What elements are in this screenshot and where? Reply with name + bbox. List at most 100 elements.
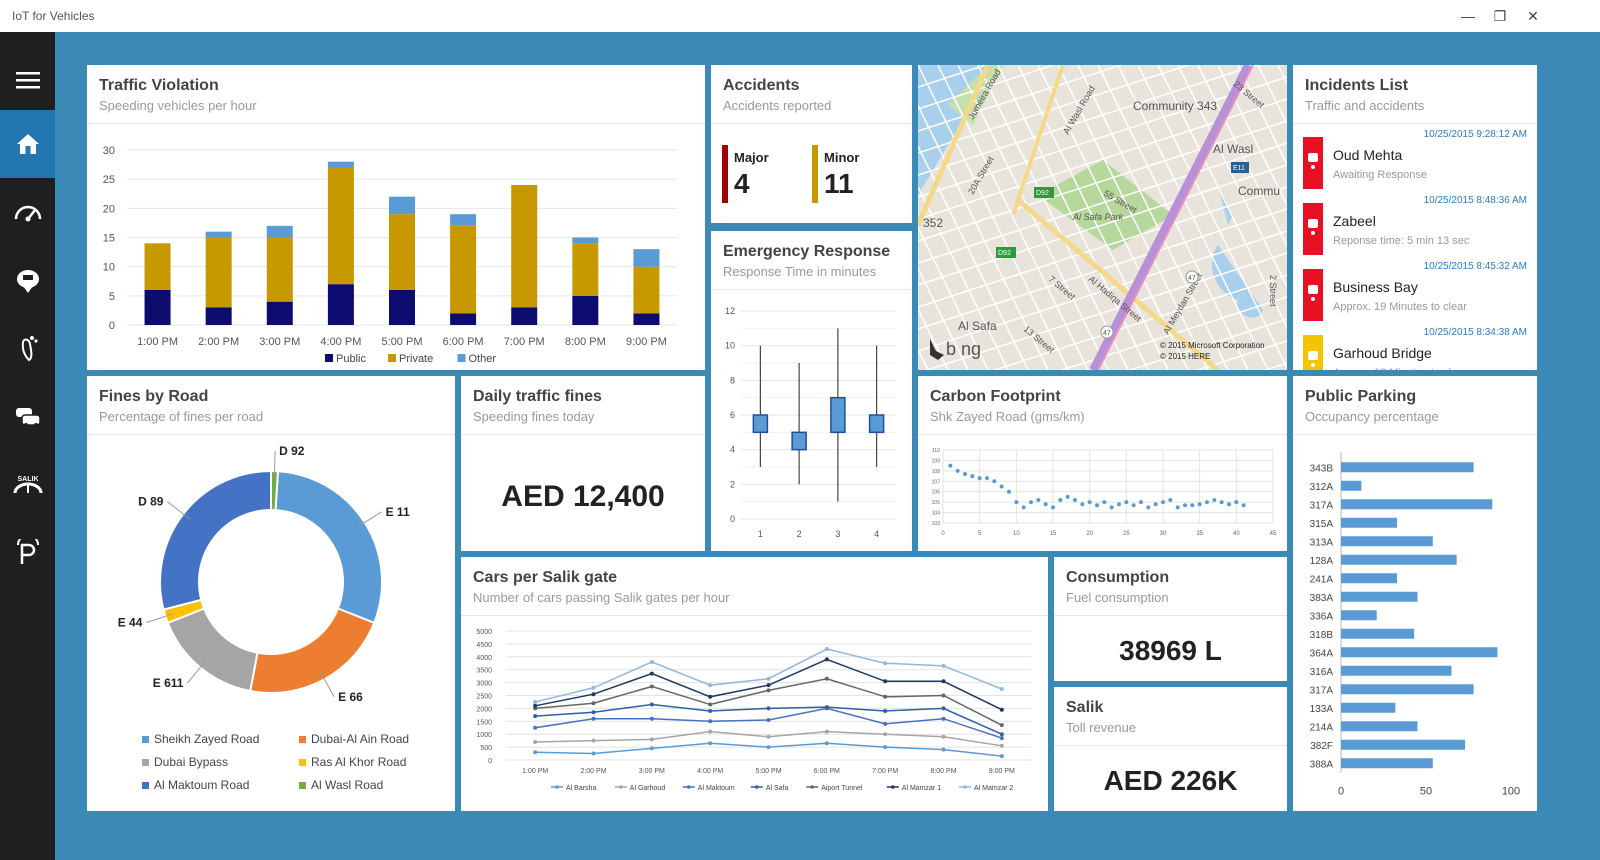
y-tick-label: 107 — [932, 479, 941, 485]
legend-swatch-dot — [755, 785, 759, 789]
series-point — [766, 688, 771, 693]
card-title: Fines by Road — [99, 388, 209, 405]
home-icon — [16, 134, 39, 154]
y-tick-label: 15 — [103, 233, 115, 245]
y-tick-label: 8 — [730, 375, 735, 385]
sidebar-item-parking[interactable] — [0, 518, 55, 586]
map-label: Community 343 — [1133, 99, 1217, 113]
series-point — [824, 729, 829, 734]
card-subtitle: Toll revenue — [1066, 720, 1137, 735]
sidebar-item-violations[interactable] — [0, 246, 55, 314]
sidebar-item-salik[interactable]: SALIK — [0, 450, 55, 518]
x-tick-label: 4:00 PM — [320, 336, 361, 348]
sidebar-item-speed[interactable] — [0, 178, 55, 246]
consumption-value: 38969 L — [1119, 635, 1222, 666]
y-tick-label: 108 — [932, 469, 941, 475]
scatter-point — [1065, 494, 1070, 499]
parking-bar — [1341, 721, 1418, 732]
legend-swatch — [299, 782, 306, 790]
carbon-footprint-card[interactable]: Carbon Footprint Shk Zayed Road (gms/km)… — [918, 376, 1287, 551]
series-point — [533, 750, 538, 755]
x-tick-label: 2 — [797, 529, 802, 539]
scatter-point — [1014, 500, 1019, 505]
series-point — [766, 683, 771, 688]
scatter-point — [1117, 502, 1121, 507]
y-tick-label: 500 — [480, 745, 492, 752]
bar-public — [572, 295, 599, 325]
y-tick-label: 364A — [1310, 648, 1334, 659]
salik-revenue-card[interactable]: Salik Toll revenue AED 226K — [1054, 687, 1287, 811]
minimize-button[interactable]: — — [1453, 6, 1483, 26]
incident-severity-bar — [1303, 137, 1323, 189]
salik-icon: SALIK — [13, 476, 42, 494]
scatter-point — [1153, 502, 1158, 507]
accidents-card[interactable]: Accidents Accidents reported Major 4 Min… — [711, 65, 912, 223]
sidebar-item-carbon[interactable] — [0, 314, 55, 382]
traffic-violation-card[interactable]: Traffic Violation Speeding vehicles per … — [87, 65, 705, 370]
y-tick-label: 312A — [1310, 482, 1334, 493]
y-tick-label: 106 — [932, 490, 941, 496]
map-card[interactable]: Community 343 Al Wasl Jumeira Road Al Wasl … — [918, 65, 1287, 370]
y-tick-label: 317A — [1310, 685, 1334, 696]
card-subtitle: Number of cars passing Salik gates per h… — [473, 590, 730, 605]
legend-label: Other — [469, 353, 497, 365]
x-tick-label: 9:00 PM — [626, 336, 667, 348]
salik-gate-card[interactable]: Cars per Salik gate Number of cars passi… — [461, 557, 1048, 811]
restore-button[interactable]: ❐ — [1485, 6, 1515, 26]
y-tick-label: 382F — [1310, 741, 1333, 752]
public-parking-card[interactable]: Public Parking Occupancy percentage 343B… — [1293, 376, 1537, 811]
map-label: 2 Street — [1268, 275, 1278, 307]
sidebar-item-home[interactable] — [0, 110, 55, 178]
scatter-point — [1212, 498, 1217, 503]
major-value: 4 — [734, 168, 750, 199]
series-point — [708, 741, 713, 746]
incident-item[interactable]: 10/25/2015 8:48:36 AM Zabeel Reponse time:… — [1303, 195, 1537, 255]
fines-by-road-card[interactable]: Fines by Road Percentage of fines per ro… — [87, 376, 455, 811]
y-tick-label: 2000 — [476, 706, 492, 713]
card-title: Daily traffic fines — [473, 388, 602, 405]
window-title: IoT for Vehicles — [12, 9, 95, 23]
y-tick-label: 0 — [488, 758, 492, 765]
incident-item[interactable]: 10/25/2015 8:34:38 AM Garhoud Bridge Appro… — [1303, 327, 1537, 370]
y-tick-label: 2500 — [476, 694, 492, 701]
card-title: Salik — [1066, 699, 1104, 716]
series-point — [999, 743, 1004, 748]
incident-name: Garhoud Bridge — [1333, 345, 1432, 361]
series-point — [649, 659, 654, 664]
map-label: Al Safa — [958, 319, 997, 333]
x-tick-label: 25 — [1123, 531, 1130, 537]
scatter-point — [1190, 503, 1195, 508]
series-point — [999, 707, 1004, 712]
y-tick-label: 3500 — [476, 668, 492, 675]
consumption-card[interactable]: Consumption Fuel consumption 38969 L — [1054, 557, 1287, 681]
scatter-point — [1139, 500, 1143, 505]
incident-item[interactable]: 10/25/2015 8:45:32 AM Business Bay Approx.… — [1303, 261, 1537, 321]
map-view[interactable]: Community 343Al WaslJumeira Road Al Wasl … — [918, 65, 1287, 370]
y-tick-label: 103 — [932, 521, 941, 527]
major-label: Major — [734, 150, 769, 165]
slice-label: E 11 — [386, 505, 410, 519]
emergency-response-card[interactable]: Emergency Response Response Time in minu… — [711, 231, 912, 551]
minor-value: 11 — [824, 168, 854, 199]
x-tick-label: 7:00 PM — [504, 336, 545, 348]
incident-item[interactable]: 10/25/2015 9:28:12 AM Oud Mehta Awaiting R… — [1303, 129, 1537, 189]
map-label: 47 — [1188, 275, 1196, 282]
menu-button[interactable] — [0, 46, 55, 114]
x-tick-label: 45 — [1270, 531, 1277, 537]
daily-fines-card[interactable]: Daily traffic fines Speeding fines today… — [461, 376, 705, 551]
card-title: Cars per Salik gate — [473, 569, 618, 586]
legend-item: Al Maktoum Road — [142, 778, 249, 792]
y-tick-label: 315A — [1310, 519, 1334, 530]
scatter-point — [963, 471, 967, 476]
incidents-card[interactable]: Incidents List Traffic and accidents 10/… — [1293, 65, 1537, 370]
x-tick-label: 4 — [874, 529, 879, 539]
traffic-violation-chart: 0 5 10 15 20 25 30 1:00 PM 2:00 PM 3:00 PM 4:00 PM… — [103, 145, 677, 365]
card-title: Carbon Footprint — [930, 388, 1061, 405]
x-tick-label: 6:00 PM — [814, 768, 840, 775]
card-subtitle: Response Time in minutes — [723, 264, 877, 279]
parking-bar — [1341, 499, 1493, 510]
close-button[interactable]: ✕ — [1518, 6, 1548, 26]
sidebar-item-traffic[interactable] — [0, 382, 55, 450]
scatter-point — [999, 484, 1004, 489]
bar-private — [633, 266, 660, 314]
